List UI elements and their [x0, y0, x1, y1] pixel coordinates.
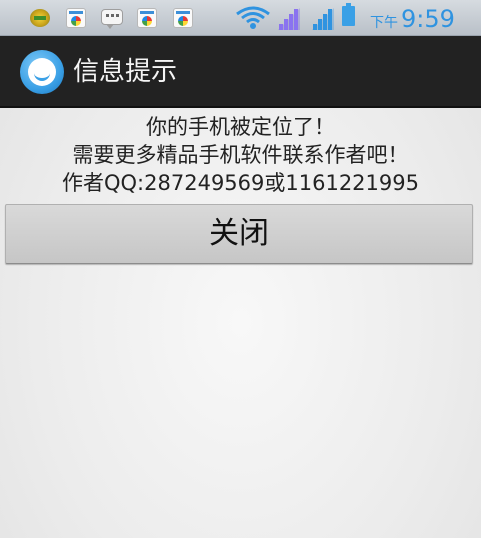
message-line: 作者QQ:287249569或1161221995 — [62, 171, 419, 195]
app-notification-icon[interactable] — [173, 8, 193, 28]
dialog-title: 信息提示 — [73, 57, 178, 87]
message-text: 你的手机被定位了！ 需要更多精品手机软件联系作者吧！ 作者QQ:28724956… — [0, 113, 481, 197]
wifi-icon — [236, 6, 270, 29]
app-notification-icon[interactable] — [66, 8, 86, 28]
app-smiley-icon — [20, 50, 64, 94]
signal-icon — [278, 8, 300, 30]
close-button[interactable]: 关闭 — [5, 204, 473, 264]
screen: 下午 9:59 信息提示 你的手机被定位了！ 需要更多精品手机软件联系作者吧！ 作… — [0, 0, 481, 538]
message-line: 需要更多精品手机软件联系作者吧！ — [72, 143, 409, 167]
message-line: 你的手机被定位了！ — [146, 115, 335, 139]
battery-icon — [342, 3, 355, 26]
status-bar: 下午 9:59 — [0, 0, 481, 36]
clock: 下午 9:59 — [370, 4, 455, 34]
signal-icon — [312, 8, 334, 30]
clock-ampm: 下午 — [370, 15, 398, 31]
title-bar: 信息提示 — [0, 36, 481, 108]
clock-time: 9:59 — [401, 5, 455, 33]
app-notification-icon[interactable] — [137, 8, 157, 28]
android-notification-icon[interactable] — [30, 9, 50, 27]
message-notification-icon[interactable] — [101, 9, 123, 29]
